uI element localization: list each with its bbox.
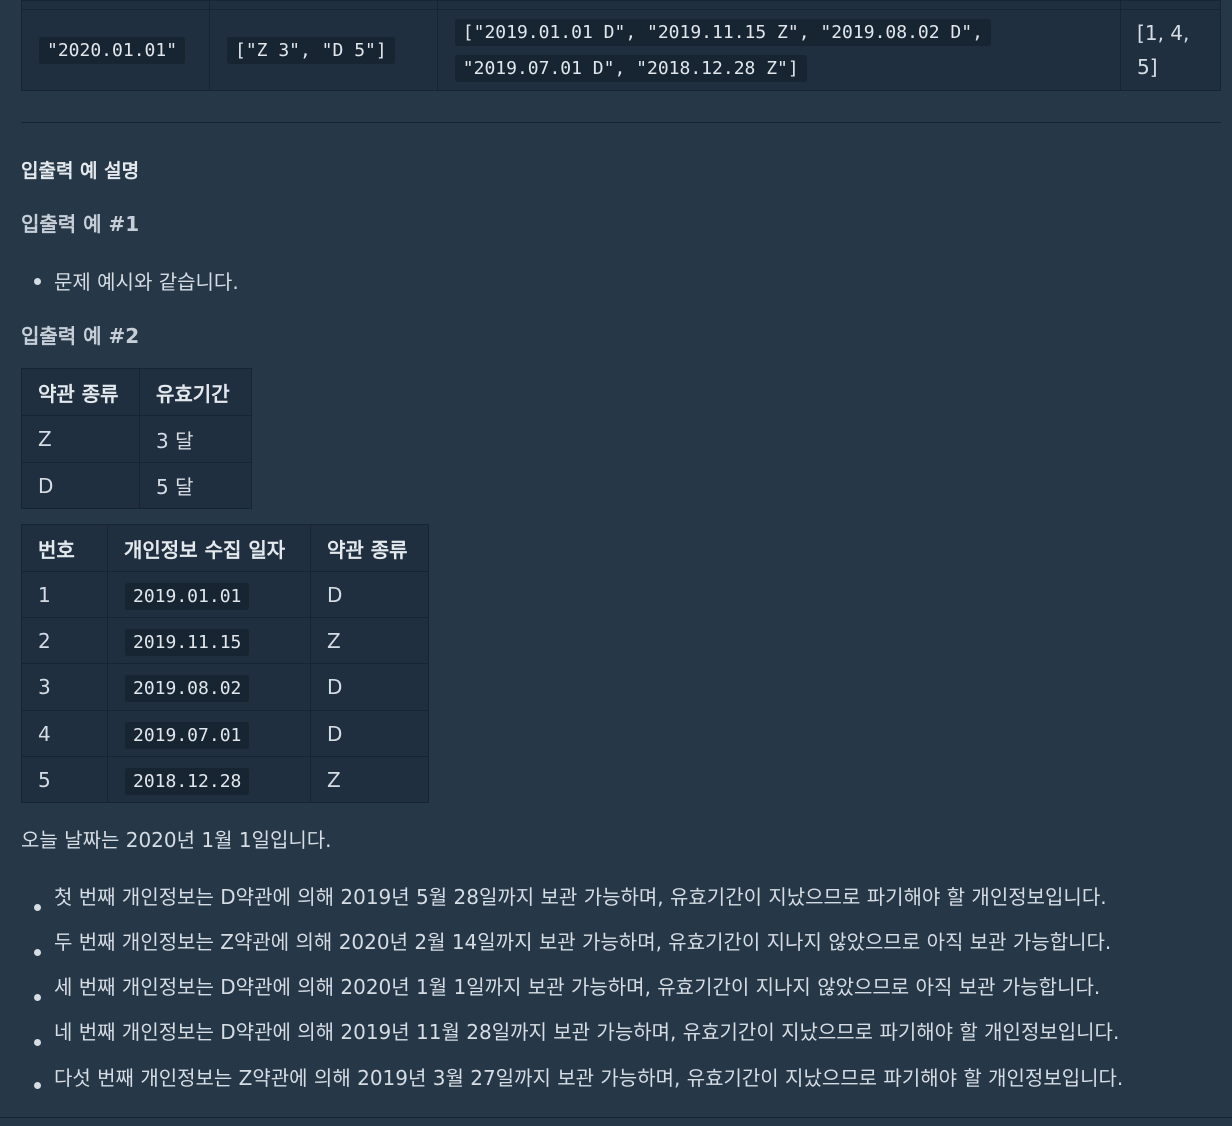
result-line: [1, 4, [1137, 21, 1190, 45]
table-cell: D [21, 462, 140, 509]
terms-table: 약관 종류 유효기간 Z 3 달 D 5 달 [21, 368, 252, 509]
table-row: Z 3 달 [21, 415, 252, 463]
table-cell: 2019.08.02 [107, 663, 311, 711]
list-item: 첫 번째 개인정보는 D약관에 의해 2019년 5월 28일까지 보관 가능하… [33, 884, 1123, 929]
table-row: 4 2019.07.01 D [21, 710, 429, 757]
list-item: 다섯 번째 개인정보는 Z약관에 의해 2019년 3월 27일까지 보관 가능… [33, 1065, 1123, 1105]
example-2-list: 첫 번째 개인정보는 D약관에 의해 2019년 5월 28일까지 보관 가능하… [21, 884, 1123, 1105]
table-cell: D [310, 710, 429, 757]
example-heading-1: 입출력 예 #1 [21, 212, 140, 236]
table-cell: 1 [21, 571, 108, 618]
table-row: 3 2019.08.02 D [21, 663, 429, 711]
table-header-row: 약관 종류 유효기간 [21, 368, 252, 416]
table-cell: D [310, 663, 429, 711]
table-row [21, 0, 1221, 10]
bottom-divider [0, 1117, 1232, 1118]
column-header: 약관 종류 [21, 368, 140, 416]
column-header: 개인정보 수집 일자 [107, 524, 311, 572]
table-cell: 5 [21, 756, 108, 803]
table-cell: 2018.12.28 [107, 756, 311, 803]
privacies-cell: ["2019.01.01 D", "2019.11.15 Z", "2019.0… [436, 9, 1122, 91]
list-item: 네 번째 개인정보는 D약관에 의해 2019년 11월 28일까지 보관 가능… [33, 1019, 1123, 1065]
table-cell: 2019.01.01 [107, 571, 311, 618]
today-text: 오늘 날짜는 2020년 1월 1일입니다. [21, 828, 332, 852]
list-item: 두 번째 개인정보는 Z약관에 의해 2020년 2월 14일까지 보관 가능하… [33, 929, 1123, 974]
table-row: "2020.01.01" ["Z 3", "D 5"] ["2019.01.01… [21, 9, 1221, 91]
table-cell: 2019.11.15 [107, 617, 311, 664]
table-cell: 2019.07.01 [107, 710, 311, 757]
date-code: 2019.11.15 [124, 627, 251, 657]
table-row: D 5 달 [21, 462, 252, 509]
column-header: 약관 종류 [310, 524, 429, 572]
privacies-code-line: "2019.07.01 D", "2018.12.28 Z"] [453, 54, 808, 83]
column-header: 번호 [21, 524, 108, 572]
table-cell: 5 달 [139, 462, 252, 509]
example-1-list: 문제 예시와 같습니다. [21, 266, 239, 295]
table-row: 5 2018.12.28 Z [21, 756, 429, 803]
terms-cell: ["Z 3", "D 5"] [208, 9, 438, 91]
table-header-row: 번호 개인정보 수집 일자 약관 종류 [21, 524, 429, 572]
table-cell: Z [21, 415, 140, 463]
today-cell: "2020.01.01" [21, 9, 210, 91]
privacy-table: 번호 개인정보 수집 일자 약관 종류 1 2019.01.01 D 2 201… [21, 524, 429, 803]
result-cell: [1, 4, 5] [1120, 9, 1221, 91]
section-title: 입출력 예 설명 [21, 160, 140, 182]
date-code: 2018.12.28 [124, 766, 251, 796]
table-row: 2 2019.11.15 Z [21, 617, 429, 664]
today-code: "2020.01.01" [38, 35, 187, 65]
table-cell: 3 [21, 663, 108, 711]
list-item: 문제 예시와 같습니다. [34, 266, 239, 295]
date-code: 2019.01.01 [124, 581, 251, 611]
terms-code: ["Z 3", "D 5"] [225, 35, 396, 65]
table-cell: D [310, 571, 429, 618]
io-example-table: "2020.01.01" ["Z 3", "D 5"] ["2019.01.01… [21, 0, 1221, 91]
example-heading-2: 입출력 예 #2 [21, 324, 140, 348]
problem-description-page: "2020.01.01" ["Z 3", "D 5"] ["2019.01.01… [0, 0, 1232, 1126]
list-item: 세 번째 개인정보는 D약관에 의해 2020년 1월 1일까지 보관 가능하며… [33, 974, 1123, 1019]
table-cell: Z [310, 756, 429, 803]
date-code: 2019.08.02 [124, 674, 251, 703]
table-row: 1 2019.01.01 D [21, 571, 429, 618]
column-header: 유효기간 [139, 368, 252, 416]
section-divider [21, 122, 1221, 123]
privacies-code-line: ["2019.01.01 D", "2019.11.15 Z", "2019.0… [453, 18, 992, 47]
table-cell: Z [310, 617, 429, 664]
result-line: 5] [1137, 55, 1158, 79]
table-cell: 3 달 [139, 415, 252, 463]
table-cell: 2 [21, 617, 108, 664]
table-cell: 4 [21, 710, 108, 757]
date-code: 2019.07.01 [124, 720, 251, 750]
